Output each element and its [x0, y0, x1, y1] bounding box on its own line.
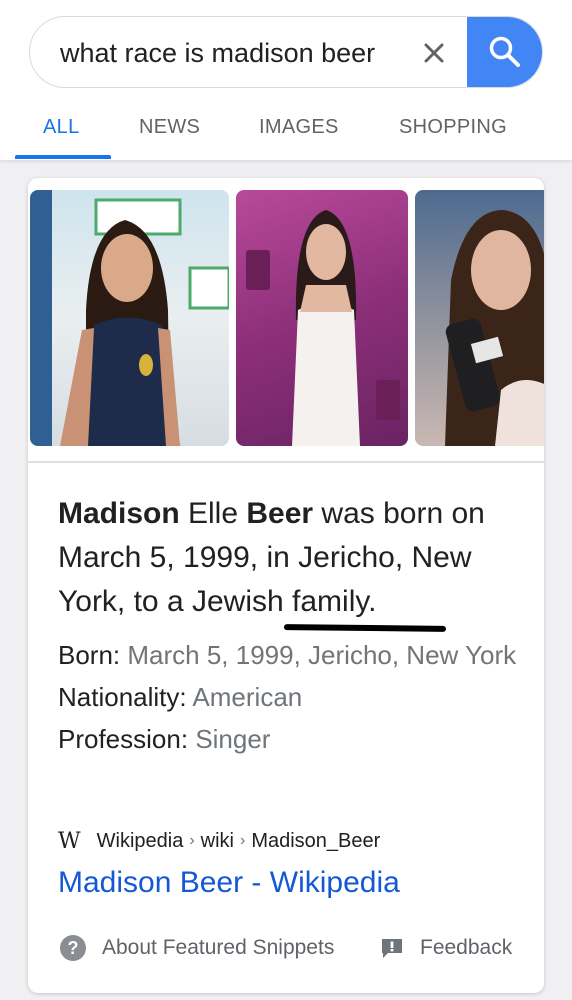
- tab-images[interactable]: IMAGES: [259, 116, 339, 139]
- fact-label: Nationality:: [58, 682, 187, 712]
- breadcrumb-separator: ›: [240, 832, 246, 849]
- fact-value[interactable]: American: [192, 682, 302, 712]
- name-first: Madison: [58, 497, 180, 530]
- help-icon: ?: [60, 935, 86, 961]
- snippet-image-2[interactable]: [236, 190, 408, 446]
- fact-born: Born: March 5, 1999, Jericho, New York: [58, 634, 528, 676]
- about-label: About Featured Snippets: [102, 936, 335, 959]
- tab-shopping[interactable]: SHOPPING: [399, 116, 507, 139]
- snippet-divider: [28, 461, 544, 463]
- snippet-footer: ? About Featured Snippets Feedback: [58, 931, 518, 965]
- source-path-1: wiki: [200, 829, 234, 852]
- feedback-icon: [382, 939, 402, 958]
- tab-news[interactable]: NEWS: [139, 116, 200, 139]
- source-path-2: Madison_Beer: [251, 829, 381, 852]
- feedback-button[interactable]: Feedback: [380, 931, 512, 965]
- feedback-label: Feedback: [420, 936, 513, 959]
- wikipedia-w-icon: W: [58, 828, 81, 854]
- snippet-summary: Madison Elle Beer was born on March 5, 1…: [58, 492, 528, 624]
- about-featured-snippets[interactable]: ? About Featured Snippets: [60, 931, 334, 965]
- search-button[interactable]: [467, 17, 542, 87]
- handdrawn-underline: [283, 624, 447, 632]
- name-last: Beer: [246, 497, 314, 530]
- fact-value[interactable]: Singer: [195, 724, 270, 754]
- summary-end: .: [368, 585, 377, 618]
- search-tabs: ALL NEWS IMAGES SHOPPING: [0, 112, 572, 160]
- fact-value[interactable]: March 5, 1999, Jericho, New York: [127, 640, 516, 670]
- name-middle: Elle: [179, 497, 247, 530]
- snippet-image-3[interactable]: [415, 190, 544, 446]
- search-icon: [489, 36, 520, 67]
- fact-profession: Profession: Singer: [58, 718, 528, 760]
- close-icon: [424, 43, 444, 63]
- source-breadcrumb: W Wikipedia › wiki › Madison_Beer: [58, 826, 528, 856]
- breadcrumb-separator: ›: [189, 832, 195, 849]
- clear-button[interactable]: [414, 31, 454, 75]
- source-site: Wikipedia: [96, 829, 184, 852]
- summary-highlight: Jewish family: [191, 585, 369, 618]
- fact-label: Profession:: [58, 724, 189, 754]
- snippet-image-1[interactable]: [30, 190, 229, 446]
- search-bar: [29, 16, 543, 88]
- result-title-link[interactable]: Madison Beer - Wikipedia: [58, 866, 400, 900]
- active-tab-indicator: [15, 155, 111, 159]
- snippet-facts: Born: March 5, 1999, Jericho, New York N…: [58, 634, 528, 760]
- fact-nationality: Nationality: American: [58, 676, 528, 718]
- tab-all[interactable]: ALL: [43, 116, 80, 139]
- header: ALL NEWS IMAGES SHOPPING: [0, 0, 572, 160]
- search-input[interactable]: [60, 35, 400, 71]
- featured-snippet-card: Madison Elle Beer was born on March 5, 1…: [28, 178, 544, 993]
- fact-label: Born:: [58, 640, 121, 670]
